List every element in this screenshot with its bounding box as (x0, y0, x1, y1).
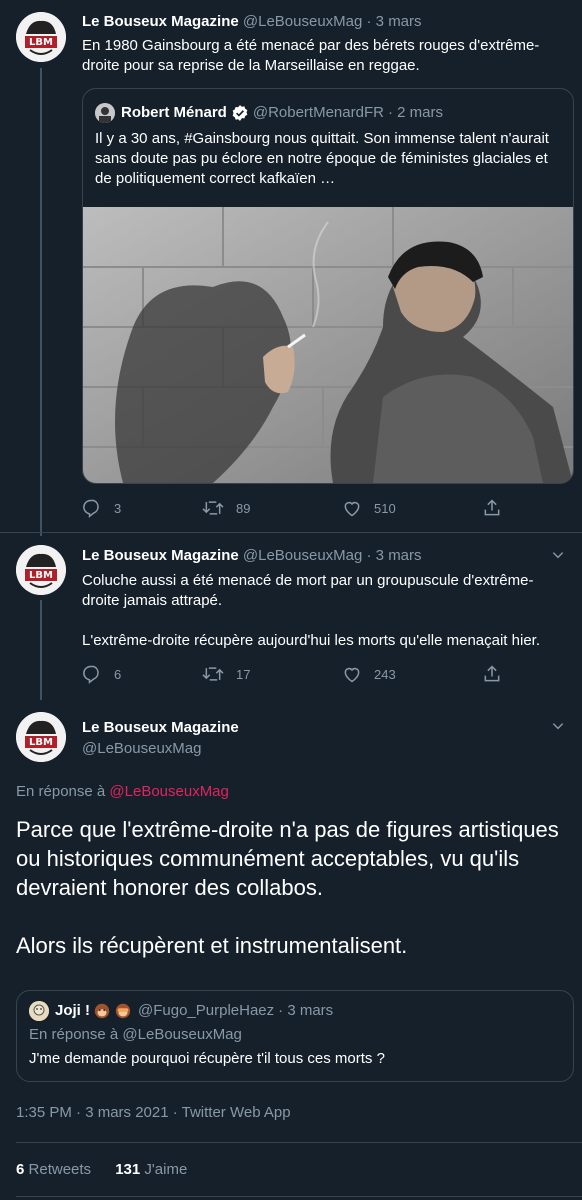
author-name[interactable]: Le Bouseux Magazine (82, 547, 239, 564)
tweet-text: En 1980 Gainsbourg a été menacé par des … (82, 37, 540, 74)
heart-icon (344, 667, 360, 683)
quote-text: J'me demande pourquoi récupère t'il tous… (29, 1050, 385, 1067)
tweet-gainsbourg[interactable]: LBM Le Bouseux Magazine @LeBouseuxMag · … (0, 0, 582, 532)
more-options-button[interactable] (548, 716, 568, 736)
verified-badge-icon (232, 105, 248, 121)
tweet-text-line2: L'extrême-droite récupère aujourd'hui le… (82, 632, 540, 649)
likes-stat[interactable]: 131 J'aime (115, 1161, 187, 1178)
likes-label: J'aime (144, 1161, 188, 1178)
share-icon (484, 499, 500, 516)
retweet-icon (202, 667, 224, 681)
retweet-button[interactable]: 89 (202, 496, 250, 520)
chevron-down-icon (552, 723, 564, 730)
avatar[interactable]: LBM (16, 12, 66, 62)
reply-icon (83, 499, 99, 518)
quote-header: Robert Ménard @RobertMenardFR · 2 mars (95, 103, 443, 123)
quote-author-handle: @Fugo_PurpleHaez (138, 1002, 275, 1019)
retweet-count: 17 (236, 666, 251, 682)
tweet-text: Coluche aussi a été menacé de mort par u… (82, 571, 562, 651)
svg-text:LBM: LBM (29, 737, 53, 748)
reply-button[interactable]: 6 (82, 662, 121, 686)
retweets-count: 6 (16, 1161, 25, 1178)
quoted-tweet[interactable]: Robert Ménard @RobertMenardFR · 2 mars I… (82, 88, 574, 484)
tweet-coluche[interactable]: LBM Le Bouseux Magazine @LeBouseuxMag · … (0, 533, 582, 699)
avatar[interactable]: LBM (16, 712, 66, 762)
quote-header: Joji ! @Fugo_PurpleHaez · 3 mars (29, 1001, 333, 1021)
tweet-timestamp-source[interactable]: 1:35 PM · 3 mars 2021 · Twitter Web App (16, 1103, 291, 1123)
tweet-header: Le Bouseux Magazine @LeBouseuxMag · 3 ma… (82, 12, 422, 32)
svg-text:LBM: LBM (29, 37, 53, 48)
tweet-date[interactable]: · 3 mars (367, 13, 422, 30)
main-tweet-text: Parce que l'extrême-droite n'a pas de fi… (16, 815, 572, 989)
divider (16, 1142, 582, 1143)
tweet-text-line1: Coluche aussi a été menacé de mort par u… (82, 572, 534, 609)
reply-icon (83, 665, 99, 684)
quote-reply-handle: @LeBouseuxMag (122, 1026, 242, 1043)
retweets-label: Retweets (28, 1161, 92, 1178)
author-name[interactable]: Le Bouseux Magazine (82, 718, 239, 738)
divider (16, 1196, 582, 1197)
chevron-down-icon (552, 552, 564, 559)
quote-author-name: Robert Ménard (121, 104, 227, 121)
quote-reply-prefix: En réponse à (29, 1026, 123, 1043)
quote-avatar (95, 103, 115, 123)
tweet-actions: 3 89 510 (82, 496, 522, 520)
likes-count: 131 (115, 1161, 141, 1178)
like-button[interactable]: 510 (342, 496, 396, 520)
quote-date: · 2 mars (387, 104, 443, 121)
share-button[interactable] (482, 662, 514, 686)
share-button[interactable] (482, 496, 514, 520)
quote-reply-context: En réponse à @LeBouseuxMag (29, 1025, 242, 1045)
quote-author-name: Joji ! (55, 1002, 91, 1019)
reply-prefix: En réponse à (16, 783, 110, 800)
reply-count: 3 (114, 500, 122, 516)
author-handle[interactable]: @LeBouseuxMag (82, 739, 201, 759)
reply-context: En réponse à @LeBouseuxMag (16, 782, 229, 802)
tweet-date[interactable]: · 3 mars (367, 547, 422, 564)
share-icon (484, 665, 500, 682)
quote-avatar (29, 1001, 49, 1021)
monkey-emoji-icon (94, 1003, 110, 1019)
svg-text:LBM: LBM (29, 570, 53, 581)
retweet-icon (202, 501, 224, 515)
author-handle[interactable]: @LeBouseuxMag (243, 547, 362, 564)
reply-count: 6 (114, 666, 122, 682)
main-tweet-paragraph-1: Parce que l'extrême-droite n'a pas de fi… (16, 817, 559, 900)
engagement-stats: 6 Retweets 131 J'aime (16, 1160, 187, 1180)
quote-text: Il y a 30 ans, #Gainsbourg nous quittait… (95, 130, 549, 187)
avatar[interactable]: LBM (16, 545, 66, 595)
reply-handle-link[interactable]: @LeBouseuxMag (109, 783, 228, 800)
like-button[interactable]: 243 (342, 662, 396, 686)
retweet-button[interactable]: 17 (202, 662, 250, 686)
more-options-button[interactable] (548, 545, 568, 565)
quoted-tweet[interactable]: Joji ! @Fugo_PurpleHaez · 3 mars En répo… (16, 990, 574, 1082)
retweets-stat[interactable]: 6 Retweets (16, 1161, 91, 1178)
like-count: 243 (374, 666, 396, 682)
author-name[interactable]: Le Bouseux Magazine (82, 13, 239, 30)
heart-icon (344, 501, 360, 517)
see-no-evil-monkey-icon (115, 1003, 131, 1019)
quote-author-handle: @RobertMenardFR (252, 104, 384, 121)
retweet-count: 89 (236, 500, 251, 516)
main-tweet-paragraph-2: Alors ils récupèrent et instrumentalisen… (16, 933, 408, 958)
tweet-actions: 6 17 243 (82, 662, 522, 686)
like-count: 510 (374, 500, 396, 516)
author-handle[interactable]: @LeBouseuxMag (243, 13, 362, 30)
quote-date: · 3 mars (278, 1002, 334, 1019)
gainsbourg-photo[interactable] (83, 207, 573, 483)
tweet-header: Le Bouseux Magazine @LeBouseuxMag · 3 ma… (82, 546, 422, 566)
reply-button[interactable]: 3 (82, 496, 121, 520)
